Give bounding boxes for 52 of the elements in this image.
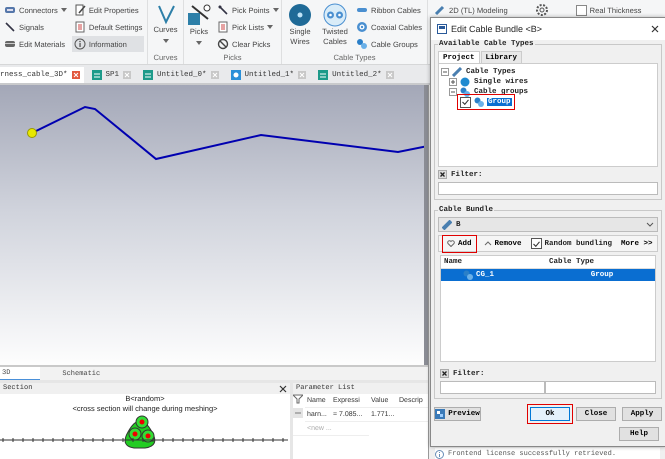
twisted-wire-icon	[323, 3, 347, 27]
cable-bundle-icon	[442, 220, 452, 230]
filter-field[interactable]	[440, 381, 545, 394]
schematic-icon	[318, 70, 328, 80]
schematic-icon	[92, 70, 102, 80]
filter-field[interactable]	[545, 381, 656, 394]
pencil-icon	[434, 4, 446, 16]
chevron-down-icon	[646, 222, 654, 227]
dropdown-caret-icon	[267, 25, 274, 29]
window-icon	[437, 24, 447, 34]
list-icon	[74, 21, 86, 33]
info-icon	[435, 450, 444, 458]
clear-filter-icon[interactable]	[440, 369, 449, 378]
cable-group-icon	[460, 87, 470, 97]
heart-icon	[447, 240, 455, 247]
schematic-icon	[143, 70, 154, 80]
dropdown-caret-icon	[162, 39, 168, 43]
filter-field[interactable]	[438, 182, 658, 195]
checkbox[interactable]	[460, 96, 471, 108]
connector-icon	[4, 4, 16, 16]
close-icon[interactable]	[651, 25, 659, 33]
cable-icon	[452, 67, 462, 77]
clear-icon	[217, 38, 229, 50]
collapse-icon[interactable]	[441, 68, 449, 76]
collapse-icon[interactable]	[449, 88, 457, 96]
dialog-title: Edit Cable Bundle <B>	[451, 24, 544, 34]
filter-icon	[293, 394, 303, 404]
picks-icon	[186, 3, 212, 27]
gear-icon	[534, 2, 550, 18]
dropdown-caret-icon	[60, 8, 67, 12]
dropdown-caret-icon	[272, 8, 279, 12]
list-icon	[217, 21, 229, 33]
pointer-icon	[217, 4, 229, 16]
cable-group-icon	[463, 270, 473, 280]
model-icon	[230, 70, 241, 80]
checkmark-icon	[462, 99, 469, 105]
wire-icon	[460, 77, 470, 87]
expand-icon[interactable]	[449, 78, 457, 86]
dropdown-caret-icon	[196, 41, 202, 45]
edit-icon	[74, 4, 86, 16]
preview-icon	[435, 409, 446, 419]
wire-icon	[288, 3, 312, 27]
cable-group-icon	[356, 38, 368, 50]
info-icon	[74, 38, 86, 50]
clear-filter-icon[interactable]	[438, 170, 447, 179]
stack-icon	[4, 38, 16, 50]
cable-group-icon	[474, 97, 484, 107]
coax-icon	[356, 21, 368, 33]
checkmark-icon	[532, 240, 540, 246]
slash-icon	[4, 21, 16, 33]
row-marker-icon	[293, 408, 303, 418]
close-icon[interactable]	[279, 385, 287, 393]
